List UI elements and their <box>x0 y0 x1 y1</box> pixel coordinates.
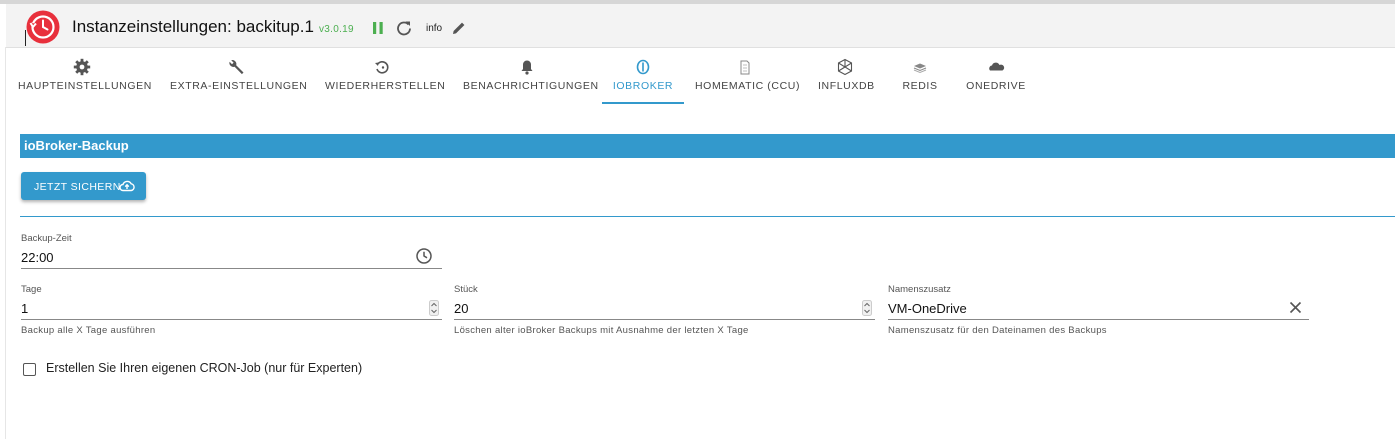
tab-label: INFLUXDB <box>818 80 875 92</box>
count-label: Stück <box>454 284 478 295</box>
edit-pencil-icon[interactable] <box>451 20 467 36</box>
tab-benachrichtigungen[interactable]: BENACHRICHTIGUNGEN <box>463 58 599 104</box>
tab-label: HOMEMATIC (CCU) <box>695 80 801 92</box>
page-title: Instanzeinstellungen: backitup.1 <box>72 17 314 36</box>
section-title: ioBroker-Backup <box>24 138 129 153</box>
homematic-icon <box>740 60 750 75</box>
version-label: v3.0.19 <box>319 24 354 35</box>
tab-influxdb[interactable]: INFLUXDB <box>818 58 875 104</box>
gear-icon <box>73 58 91 76</box>
tab-label: HAUPTEINSTELLUNGEN <box>18 80 152 92</box>
count-stepper-icon[interactable] <box>862 300 872 316</box>
tab-onedrive[interactable]: ONEDRIVE <box>965 58 1027 104</box>
tab-haupteinstellungen[interactable]: HAUPTEINSTELLUNGEN <box>18 58 152 104</box>
active-tab-indicator <box>602 102 684 104</box>
days-stepper-icon[interactable] <box>429 300 439 316</box>
left-border <box>5 47 6 439</box>
backup-now-button[interactable]: JETZT SICHERN <box>21 172 146 200</box>
cron-checkbox-label: Erstellen Sie Ihren eigenen CRON-Job (nu… <box>46 361 363 375</box>
tab-label: EXTRA-EINSTELLUNGEN <box>170 80 308 92</box>
clock-icon[interactable] <box>415 247 433 265</box>
pause-icon[interactable] <box>370 20 386 36</box>
tab-iobroker[interactable]: IOBROKER <box>602 58 684 104</box>
name-suffix-label: Namenszusatz <box>888 284 951 295</box>
info-label: info <box>426 23 443 34</box>
iobroker-icon <box>636 59 650 75</box>
restore-icon <box>375 61 389 74</box>
days-helper-text: Backup alle X Tage ausführen <box>21 325 156 336</box>
days-label: Tage <box>21 284 42 295</box>
tab-redis[interactable]: REDIS <box>900 58 940 104</box>
clear-icon[interactable] <box>1289 301 1302 314</box>
count-helper-text: Löschen alter ioBroker Backups mit Ausna… <box>454 325 749 336</box>
backitup-logo-icon <box>26 10 60 44</box>
tab-wiederherstellen[interactable]: WIEDERHERSTELLEN <box>325 58 446 104</box>
cron-checkbox[interactable] <box>23 363 36 376</box>
tab-label: ONEDRIVE <box>966 80 1026 92</box>
redis-icon <box>913 63 927 74</box>
section-header: ioBroker-Backup <box>20 134 1395 158</box>
cloud-upload-icon <box>119 180 135 192</box>
onedrive-icon <box>989 62 1005 71</box>
tab-label: WIEDERHERSTELLEN <box>325 80 446 92</box>
backup-time-label: Backup-Zeit <box>21 233 72 244</box>
reload-icon[interactable] <box>396 20 412 36</box>
tab-extra-einstellungen[interactable]: EXTRA-EINSTELLUNGEN <box>170 58 308 104</box>
influxdb-icon <box>837 58 853 76</box>
days-input[interactable] <box>21 298 442 320</box>
name-suffix-helper-text: Namenszusatz für den Dateinamen des Back… <box>888 325 1107 336</box>
tab-label: IOBROKER <box>612 80 674 92</box>
tab-label: REDIS <box>902 80 938 92</box>
tab-homematic[interactable]: HOMEMATIC (CCU) <box>695 58 801 104</box>
section-divider <box>20 216 1395 217</box>
count-input[interactable] <box>454 298 875 320</box>
tab-label: BENACHRICHTIGUNGEN <box>463 80 599 92</box>
backup-time-input[interactable] <box>21 247 442 269</box>
name-suffix-input[interactable] <box>888 298 1309 320</box>
wrench-icon <box>228 60 243 75</box>
backup-now-label: JETZT SICHERN <box>34 181 121 193</box>
bell-icon <box>521 60 533 75</box>
